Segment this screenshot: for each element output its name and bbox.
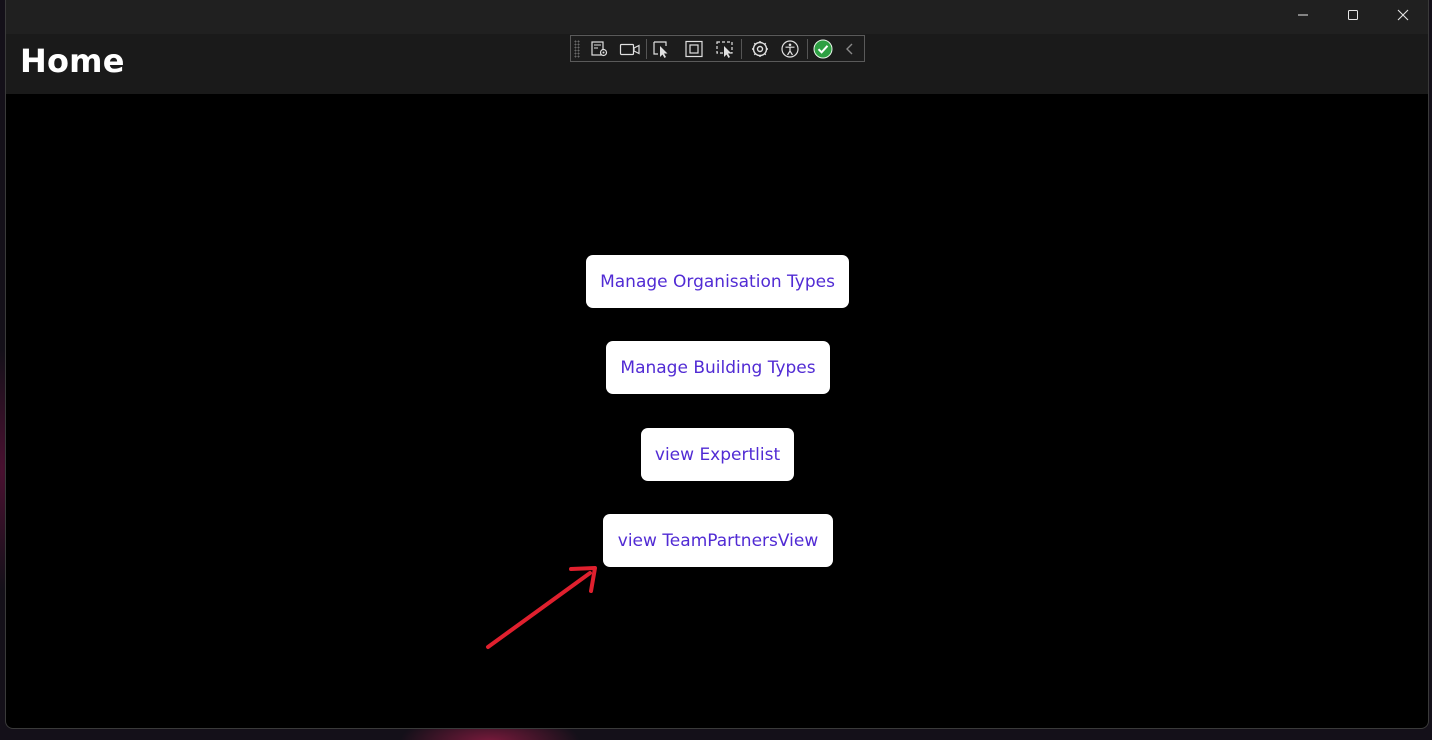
close-icon — [1397, 9, 1409, 21]
accessibility-icon[interactable] — [779, 39, 801, 59]
view-expertlist-button[interactable]: view Expertlist — [641, 428, 794, 481]
record-icon[interactable] — [619, 39, 641, 59]
hot-reload-icon[interactable] — [749, 39, 771, 59]
live-visual-tree-icon[interactable] — [589, 39, 611, 59]
toolbar-separator — [807, 39, 808, 59]
main-content: Manage Organisation Types Manage Buildin… — [6, 94, 1428, 728]
minimize-button[interactable] — [1278, 0, 1328, 30]
collapse-chevron-icon[interactable] — [839, 39, 861, 59]
binding-failures-check-icon[interactable] — [812, 39, 834, 59]
view-team-partners-view-button[interactable]: view TeamPartnersView — [603, 514, 833, 567]
manage-building-types-button[interactable]: Manage Building Types — [606, 341, 830, 394]
page-title: Home — [20, 42, 125, 80]
minimize-icon — [1298, 14, 1308, 16]
app-window: Home Manage Organisation Types Manage Bu… — [5, 0, 1429, 729]
toolbar-separator — [741, 39, 742, 59]
display-layout-adorners-icon[interactable] — [683, 39, 705, 59]
xaml-dev-toolbar — [570, 35, 865, 62]
navigation-header: Home — [6, 34, 1428, 94]
title-bar[interactable] — [6, 0, 1428, 34]
maximize-button[interactable] — [1328, 0, 1378, 30]
track-focused-element-icon[interactable] — [715, 39, 737, 59]
toolbar-grip-handle[interactable] — [574, 40, 580, 58]
maximize-icon — [1348, 10, 1358, 20]
manage-organisation-types-button[interactable]: Manage Organisation Types — [586, 255, 849, 308]
close-button[interactable] — [1378, 0, 1428, 30]
toolbar-separator — [646, 39, 647, 59]
select-element-icon[interactable] — [651, 39, 673, 59]
